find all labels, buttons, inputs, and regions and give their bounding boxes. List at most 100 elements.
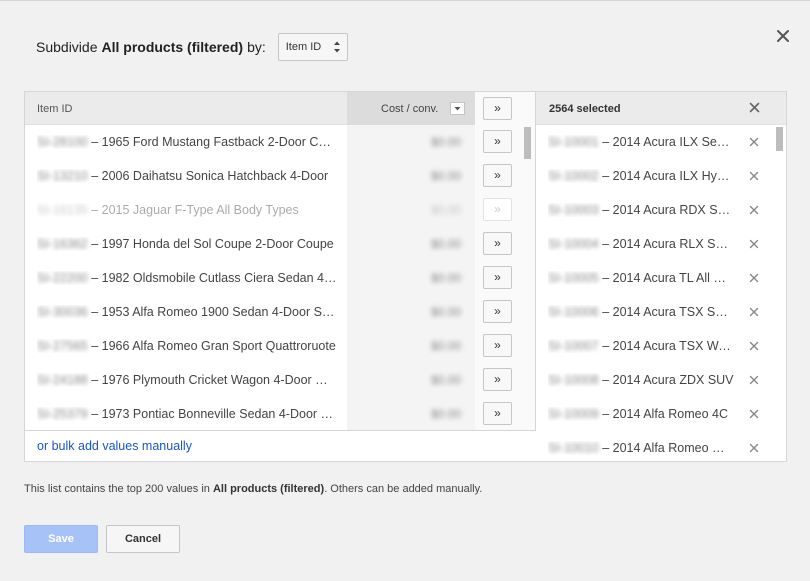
item-cost: $0.00 — [431, 373, 462, 387]
item-description: – 1966 Alfa Romeo Gran Sport Quattroruot… — [87, 339, 336, 353]
selected-item-label: SI-10008 – 2014 Acura ZDX SUV — [548, 373, 734, 387]
selected-count: 2564 selected — [549, 103, 621, 115]
remove-icon[interactable] — [749, 409, 759, 419]
item-label: SI-16135 – 2015 Jaguar F-Type All Body T… — [37, 203, 337, 217]
list-item: SI-10003 – 2014 Acura RDX SUV — [536, 193, 774, 227]
item-cost: $0.00 — [431, 169, 462, 183]
item-label: SI-22200 – 1982 Oldsmobile Cutlass Ciera… — [37, 271, 337, 285]
selected-item-description: – 2014 Acura TSX Wagon — [598, 339, 734, 353]
list-item: SI-10004 – 2014 Acura RLX Sedan — [536, 227, 774, 261]
list-item: SI-10008 – 2014 Acura ZDX SUV — [536, 363, 774, 397]
item-cost: $0.00 — [431, 135, 462, 149]
remove-icon[interactable] — [749, 137, 759, 147]
remove-icon[interactable] — [749, 375, 759, 385]
column-header-item-id: Item ID — [37, 103, 73, 115]
note-scope: All products (filtered) — [212, 483, 325, 495]
table-row: SI-28100 – 1965 Ford Mustang Fastback 2-… — [25, 125, 536, 159]
remove-icon[interactable] — [749, 443, 759, 453]
item-label: SI-13210 – 2006 Daihatsu Sonica Hatchbac… — [37, 169, 337, 183]
scrollbar-thumb[interactable] — [776, 127, 783, 151]
selected-item-id: SI-10008 — [548, 373, 599, 387]
add-item-button[interactable]: » — [483, 300, 512, 323]
column-header-cost[interactable]: Cost / conv. — [381, 103, 438, 115]
item-cost: $0.00 — [431, 407, 462, 421]
add-item-button[interactable]: » — [483, 130, 512, 153]
list-item: SI-10001 – 2014 Acura ILX Sedan — [536, 125, 774, 159]
selected-item-description: – 2014 Acura ZDX SUV — [598, 373, 734, 387]
item-description: – 1953 Alfa Romeo 1900 Sedan 4-Door Seda… — [87, 305, 337, 319]
selected-item-id: SI-10003 — [548, 203, 599, 217]
item-label: SI-30036 – 1953 Alfa Romeo 1900 Sedan 4-… — [37, 305, 337, 319]
select-arrows-icon — [333, 41, 340, 53]
item-description: – 1973 Pontiac Bonneville Sedan 4-Door S… — [87, 407, 337, 421]
remove-icon[interactable] — [749, 171, 759, 181]
selected-item-id: SI-10002 — [548, 169, 599, 183]
selected-item-label: SI-10007 – 2014 Acura TSX Wagon — [548, 339, 734, 353]
selected-item-label: SI-10009 – 2014 Alfa Romeo 4C — [548, 407, 734, 421]
selected-item-description: – 2014 Acura ILX Sedan — [598, 135, 734, 149]
item-description: – 1965 Ford Mustang Fastback 2-Door Coup… — [87, 135, 337, 149]
selected-item-description: – 2014 Alfa Romeo 4C — [598, 407, 728, 421]
remove-icon[interactable] — [749, 307, 759, 317]
table-row: SI-24188 – 1976 Plymouth Cricket Wagon 4… — [25, 363, 536, 397]
item-description: – 1997 Honda del Sol Coupe 2-Door Coupe — [87, 237, 334, 251]
item-id: SI-24188 — [37, 373, 88, 387]
item-label: SI-24188 – 1976 Plymouth Cricket Wagon 4… — [37, 373, 337, 387]
available-values-scrollbar[interactable] — [522, 125, 535, 430]
item-description: – 2006 Daihatsu Sonica Hatchback 4-Door — [87, 169, 329, 183]
table-row: SI-13210 – 2006 Daihatsu Sonica Hatchbac… — [25, 159, 536, 193]
selected-item-label: SI-10001 – 2014 Acura ILX Sedan — [548, 135, 734, 149]
selected-values-scrollbar[interactable] — [774, 125, 786, 461]
item-cost: $0.00 — [431, 339, 462, 353]
selected-item-id: SI-10005 — [548, 271, 599, 285]
add-item-button[interactable]: » — [483, 334, 512, 357]
selected-item-label: SI-10010 – 2014 Alfa Romeo Giulietta — [548, 441, 734, 455]
item-description: – 1976 Plymouth Cricket Wagon 4-Door Wag… — [87, 373, 337, 387]
list-item: SI-10010 – 2014 Alfa Romeo Giulietta — [536, 431, 774, 465]
add-item-button[interactable]: » — [483, 232, 512, 255]
item-label: SI-28100 – 1965 Ford Mustang Fastback 2-… — [37, 135, 337, 149]
add-item-button[interactable]: » — [483, 164, 512, 187]
attribute-select[interactable]: Item ID — [277, 33, 348, 61]
remove-icon[interactable] — [749, 239, 759, 249]
remove-icon[interactable] — [749, 205, 759, 215]
selected-item-label: SI-10005 – 2014 Acura TL All Body Types — [548, 271, 734, 285]
scrollbar-thumb[interactable] — [524, 127, 531, 159]
selected-item-id: SI-10010 — [548, 441, 599, 455]
selected-item-description: – 2014 Acura RLX Sedan — [598, 237, 734, 251]
item-cost: $0.00 — [431, 271, 462, 285]
bulk-add-link[interactable]: or bulk add values manually — [37, 439, 192, 453]
selected-item-description: – 2014 Acura ILX Hybrid — [598, 169, 734, 183]
add-all-button[interactable]: » — [483, 97, 512, 120]
item-cost: $0.00 — [431, 237, 462, 251]
add-item-button[interactable]: » — [483, 402, 512, 425]
item-id: SI-27565 — [37, 339, 88, 353]
table-row: SI-25379 – 1973 Pontiac Bonneville Sedan… — [25, 397, 536, 431]
add-item-button[interactable]: » — [483, 368, 512, 391]
item-description: – 2015 Jaguar F-Type All Body Types — [87, 203, 299, 217]
item-description: – 1982 Oldsmobile Cutlass Ciera Sedan 4-… — [87, 271, 337, 285]
note-suffix: . Others can be added manually. — [324, 483, 483, 495]
cancel-button[interactable]: Cancel — [106, 525, 180, 553]
sort-dropdown-button[interactable] — [450, 102, 465, 115]
selected-item-label: SI-10006 – 2014 Acura TSX Sedan — [548, 305, 734, 319]
close-dialog-icon[interactable] — [776, 29, 790, 43]
top-divider — [0, 0, 810, 1]
item-label: SI-25379 – 1973 Pontiac Bonneville Sedan… — [37, 407, 337, 421]
title-suffix: by: — [247, 39, 266, 55]
available-values-header: Item ID Cost / conv. — [25, 92, 475, 125]
bulk-add-row: or bulk add values manually — [25, 430, 536, 461]
remove-icon[interactable] — [749, 341, 759, 351]
add-item-button[interactable]: » — [483, 266, 512, 289]
title-scope: All products (filtered) — [101, 39, 244, 55]
selected-item-id: SI-10009 — [548, 407, 599, 421]
remove-icon[interactable] — [749, 273, 759, 283]
add-item-button: » — [483, 198, 512, 221]
selected-item-id: SI-10007 — [548, 339, 599, 353]
clear-all-icon[interactable] — [749, 102, 760, 113]
item-id: SI-25379 — [37, 407, 88, 421]
item-id: SI-28100 — [37, 135, 88, 149]
list-item: SI-10009 – 2014 Alfa Romeo 4C — [536, 397, 774, 431]
save-button[interactable]: Save — [24, 525, 98, 553]
table-row: SI-27565 – 1966 Alfa Romeo Gran Sport Qu… — [25, 329, 536, 363]
